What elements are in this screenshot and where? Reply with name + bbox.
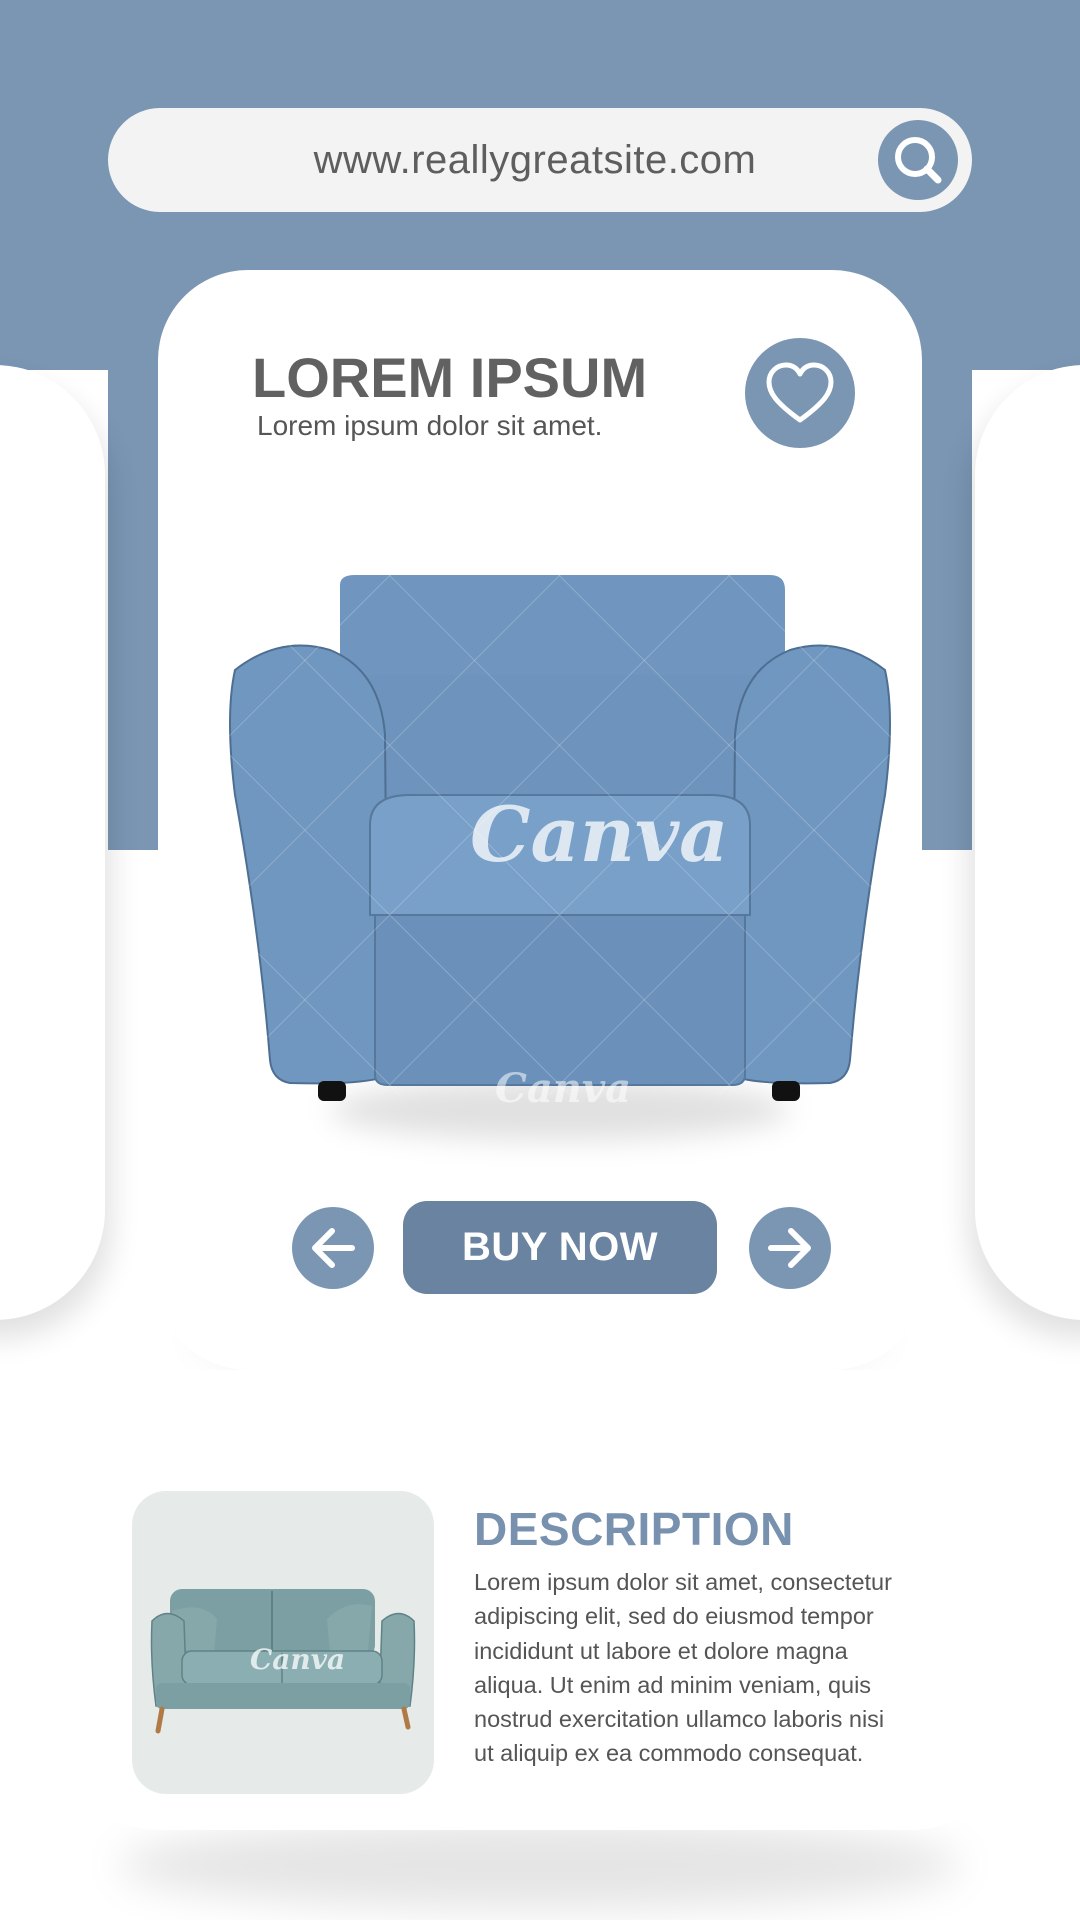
description-line: ut aliquip ex ea commodo consequat. (474, 1740, 864, 1767)
arrow-right-icon (768, 1228, 811, 1268)
heart-icon (766, 362, 834, 423)
chair-watermark: Canva (470, 790, 729, 879)
description-line: adipiscing elit, sed do eiusmod tempor (474, 1603, 874, 1630)
product-title: LOREM IPSUM (252, 346, 648, 409)
search-icon (895, 137, 942, 184)
favorite-button[interactable] (745, 338, 855, 448)
description-line: Lorem ipsum dolor sit amet, consectetur (474, 1569, 892, 1595)
arrow-left-icon (312, 1228, 355, 1268)
description-body: Lorem ipsum dolor sit amet, consectetur … (474, 1565, 944, 1771)
chair-watermark-reflection: Canva (495, 1065, 631, 1112)
description-line: aliqua. Ut enim ad minim veniam, quis (474, 1671, 872, 1698)
sofa-watermark: Canva (250, 1643, 346, 1676)
right-side-tab (975, 365, 1080, 1320)
search-button[interactable] (878, 120, 958, 200)
description-line: nostrud exercitation ullamco laboris nis… (474, 1706, 885, 1733)
description-line: incididunt ut labore et dolore magna (474, 1637, 848, 1664)
url-text[interactable]: www.reallygreatsite.com (160, 108, 910, 212)
next-button[interactable] (749, 1207, 831, 1289)
product-subtitle: Lorem ipsum dolor sit amet. (257, 410, 603, 441)
left-side-tab (0, 365, 105, 1320)
buy-now-button[interactable]: BUY NOW (403, 1201, 717, 1294)
description-card-shadow (120, 1820, 960, 1910)
description-title: DESCRIPTION (474, 1503, 794, 1555)
previous-button[interactable] (292, 1207, 374, 1289)
